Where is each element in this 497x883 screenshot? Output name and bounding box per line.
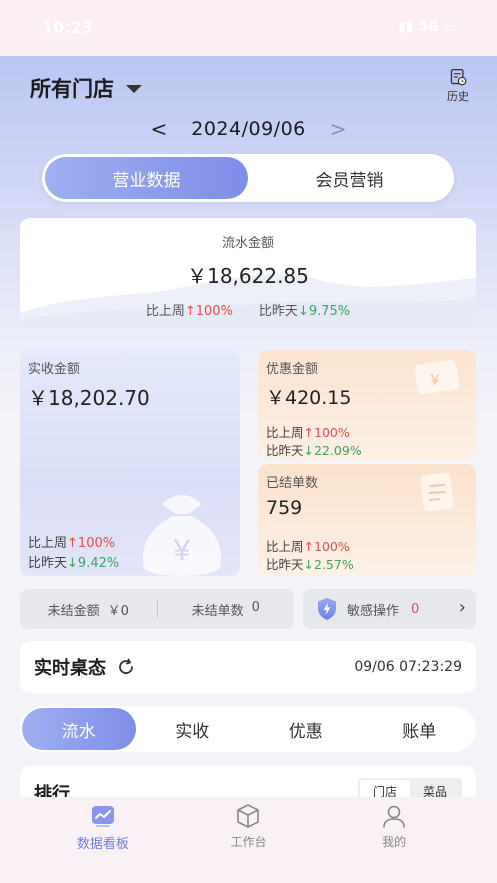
- chart-icon: [91, 806, 114, 827]
- svg-text:¥: ¥: [430, 372, 440, 389]
- nav-workbench-label: 工作台: [230, 835, 267, 849]
- paid-week-compare: 比上周↑100%: [28, 536, 116, 551]
- network-label: 5G: [418, 19, 439, 35]
- battery-icon: ▭: [444, 19, 457, 35]
- arrow-up-icon: ↑: [67, 536, 78, 551]
- tab-paid[interactable]: 实收: [136, 708, 250, 750]
- unsettled-count-label: 未结单数: [191, 603, 244, 619]
- discount-week-compare: 比上周↑100%: [266, 425, 350, 440]
- signal-icon: ▮▮: [398, 19, 413, 35]
- orders-week-compare: 比上周↑100%: [266, 539, 350, 554]
- money-bag-icon: ¥: [142, 495, 222, 576]
- segment-member-marketing[interactable]: 会员营销: [248, 157, 451, 199]
- arrow-up-icon: ↑: [303, 425, 314, 440]
- nav-profile[interactable]: 我的: [349, 797, 439, 883]
- nav-workbench[interactable]: 工作台: [203, 797, 293, 883]
- orders-value: 759: [266, 497, 303, 519]
- history-label: 历史: [447, 90, 469, 103]
- caret-down-icon: [126, 85, 142, 93]
- realtime-table-status: 实时桌态 09/06 07:23:29: [20, 641, 476, 693]
- segment-business-data[interactable]: 营业数据: [45, 157, 248, 199]
- status-time: 10:23: [42, 17, 93, 37]
- store-selector[interactable]: 所有门店: [30, 70, 480, 106]
- sensitive-label: 敏感操作: [347, 603, 400, 619]
- receipt-icon: [420, 472, 454, 512]
- bottom-navigation: 数据看板 工作台 我的: [0, 797, 497, 883]
- nav-dashboard-label: 数据看板: [76, 837, 129, 852]
- refresh-icon[interactable]: [116, 657, 136, 677]
- history-icon: [450, 68, 467, 86]
- discount-day-compare: 比昨天↓22.09%: [266, 443, 362, 458]
- arrow-down-icon: ↓: [297, 304, 309, 319]
- status-bar: 10:23 ▮▮ 5G ▭: [0, 0, 497, 56]
- arrow-down-icon: ↓: [303, 557, 314, 572]
- nav-profile-label: 我的: [382, 835, 407, 849]
- orders-day-compare: 比昨天↓2.57%: [266, 557, 354, 572]
- orders-title: 已结单数: [266, 476, 319, 491]
- tab-flow[interactable]: 流水: [22, 708, 136, 750]
- flow-value: ￥18,622.85: [187, 264, 309, 288]
- chevron-right-icon: ›: [458, 597, 466, 618]
- arrow-down-icon: ↓: [303, 443, 314, 458]
- paid-value: ￥18,202.70: [28, 386, 150, 410]
- svg-text:¥: ¥: [173, 534, 191, 567]
- paid-day-compare: 比昨天↓9.42%: [28, 556, 120, 571]
- segment-control: 营业数据 会员营销: [42, 154, 454, 202]
- unsettled-summary[interactable]: 未结金额 ￥0 未结单数 0: [20, 589, 294, 629]
- discount-amount-card[interactable]: 优惠金额 ￥420.15 ¥ 比上周↑100% 比昨天↓22.09%: [258, 350, 476, 460]
- flow-title: 流水金额: [221, 236, 274, 251]
- flow-amount-card[interactable]: 流水金额 ￥18,622.85 比上周↑100% 比昨天↓9.75%: [20, 218, 476, 328]
- discount-title: 优惠金额: [266, 362, 319, 377]
- arrow-up-icon: ↑: [184, 304, 196, 319]
- current-date[interactable]: 2024/09/06: [191, 118, 306, 140]
- history-button[interactable]: 历史: [441, 68, 475, 104]
- flow-week-compare: 比上周↑100%: [145, 304, 233, 319]
- sensitive-operations-button[interactable]: 敏感操作 0 ›: [303, 589, 476, 629]
- flow-day-compare: 比昨天↓9.75%: [258, 304, 351, 319]
- arrow-down-icon: ↓: [67, 556, 78, 571]
- paid-amount-card[interactable]: 实收金额 ￥18,202.70 ¥ 比上周↑100% 比昨天↓9.42%: [20, 350, 240, 576]
- next-date-button[interactable]: >: [330, 117, 347, 141]
- unsettled-amount-value: ￥0: [107, 603, 129, 619]
- prev-date-button[interactable]: <: [150, 117, 167, 141]
- date-navigator: < 2024/09/06 >: [0, 112, 497, 146]
- unsettled-count-value: 0: [251, 599, 260, 615]
- user-icon: [383, 805, 405, 828]
- metric-tabs: 流水 实收 优惠 账单: [20, 706, 476, 752]
- unsettled-amount-label: 未结金额: [47, 603, 100, 619]
- discount-value: ￥420.15: [266, 387, 352, 409]
- tab-discount[interactable]: 优惠: [249, 708, 363, 750]
- shield-lightning-icon: [318, 598, 336, 620]
- settled-orders-card[interactable]: 已结单数 759 比上周↑100% 比昨天↓2.57%: [258, 464, 476, 576]
- realtime-title: 实时桌态: [34, 658, 106, 679]
- tab-bill[interactable]: 账单: [363, 708, 477, 750]
- realtime-timestamp: 09/06 07:23:29: [354, 659, 462, 675]
- sensitive-count: 0: [411, 601, 420, 617]
- nav-dashboard[interactable]: 数据看板: [58, 797, 148, 883]
- store-title: 所有门店: [30, 77, 114, 101]
- coupon-icon: ¥: [414, 359, 460, 395]
- arrow-up-icon: ↑: [303, 539, 314, 554]
- cube-icon: [237, 804, 260, 828]
- paid-title: 实收金额: [28, 362, 81, 377]
